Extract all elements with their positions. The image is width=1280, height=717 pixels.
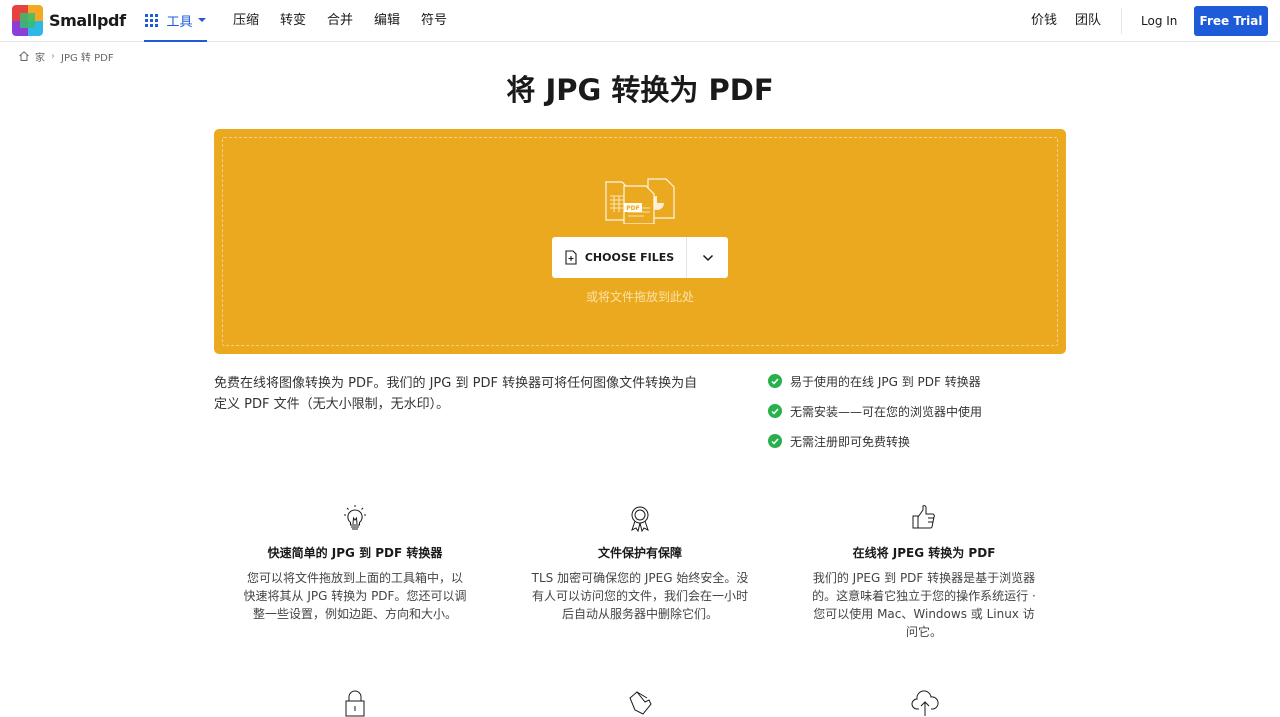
choose-files-button[interactable]: CHOOSE FILES [552, 237, 687, 278]
grid-icon [145, 14, 158, 27]
check-icon [768, 404, 782, 418]
breadcrumb-current: JPG 转 PDF [61, 49, 114, 64]
cloud-upload-icon [910, 688, 940, 717]
top-header: Smallpdf 工具 压缩 转变 合并 编辑 符号 价钱 团队 Log In … [0, 0, 1280, 42]
logo-text: Smallpdf [49, 11, 126, 30]
check-icon [768, 374, 782, 388]
thumbs-up-icon [909, 503, 939, 533]
chevron-down-icon [702, 254, 714, 262]
nav-sign[interactable]: 符号 [421, 0, 447, 42]
file-add-icon [564, 250, 578, 265]
tools-menu-button[interactable]: 工具 [144, 0, 207, 42]
card-title: 文件保护有保障 [510, 545, 770, 561]
smallpdf-logo-icon [12, 5, 43, 36]
hand-pointer-icon [625, 688, 655, 717]
caret-down-icon [198, 18, 206, 22]
page-description: 免费在线将图像转换为 PDF。我们的 JPG 到 PDF 转换器可将任何图像文件… [214, 373, 704, 415]
nav-merge[interactable]: 合并 [327, 0, 353, 42]
feature-item: 易于使用的在线 JPG 到 PDF 转换器 [768, 372, 982, 390]
pricing-link[interactable]: 价钱 [1031, 0, 1057, 42]
tools-label: 工具 [166, 11, 192, 30]
card-title: 在线将 JPEG 转换为 PDF [794, 545, 1054, 561]
card-title: 快速简单的 JPG 到 PDF 转换器 [225, 545, 485, 561]
card-text: 您可以将文件拖放到上面的工具箱中，以快速将其从 JPG 转换为 PDF。您还可以… [225, 569, 485, 623]
feature-card: 在线将 JPEG 转换为 PDF 我们的 JPEG 到 PDF 转换器是基于浏览… [794, 503, 1054, 641]
choose-files-dropdown[interactable] [687, 237, 728, 278]
feature-text: 易于使用的在线 JPG 到 PDF 转换器 [790, 373, 981, 390]
check-icon [768, 434, 782, 448]
team-link[interactable]: 团队 [1075, 0, 1101, 42]
card-text: TLS 加密可确保您的 JPEG 始终安全。没有人可以访问您的文件，我们会在一小… [510, 569, 770, 623]
files-illustration-icon: PDF [604, 178, 678, 224]
breadcrumb: 家 › JPG 转 PDF [18, 49, 114, 63]
nav-convert[interactable]: 转变 [280, 0, 306, 42]
header-divider [1121, 8, 1122, 34]
award-ribbon-icon [625, 503, 655, 533]
logo[interactable]: Smallpdf [12, 5, 126, 36]
nav-compress[interactable]: 压缩 [233, 0, 259, 42]
feature-text: 无需安装——可在您的浏览器中使用 [790, 403, 982, 420]
feature-list: 易于使用的在线 JPG 到 PDF 转换器 无需安装——可在您的浏览器中使用 无… [768, 372, 982, 462]
nav-edit[interactable]: 编辑 [374, 0, 400, 42]
choose-files-group: CHOOSE FILES [552, 237, 728, 278]
illustration-pdf-label: PDF [626, 205, 639, 212]
free-trial-button[interactable]: Free Trial [1194, 6, 1268, 36]
feature-item: 无需注册即可免费转换 [768, 432, 982, 450]
page-title: 将 JPG 转换为 PDF [0, 72, 1280, 108]
feature-card: 文件保护有保障 TLS 加密可确保您的 JPEG 始终安全。没有人可以访问您的文… [510, 503, 770, 623]
login-link[interactable]: Log In [1141, 0, 1177, 42]
lightbulb-icon [340, 503, 370, 533]
home-icon[interactable] [18, 50, 30, 62]
card-text: 我们的 JPEG 到 PDF 转换器是基于浏览器的。这意味着它独立于您的操作系统… [794, 569, 1054, 641]
drop-hint: 或将文件拖放到此处 [0, 288, 1280, 305]
breadcrumb-separator: › [51, 51, 55, 62]
breadcrumb-home[interactable]: 家 [35, 49, 45, 64]
feature-item: 无需安装——可在您的浏览器中使用 [768, 402, 982, 420]
feature-text: 无需注册即可免费转换 [790, 433, 910, 450]
feature-card: 快速简单的 JPG 到 PDF 转换器 您可以将文件拖放到上面的工具箱中，以快速… [225, 503, 485, 623]
lock-icon [340, 688, 370, 717]
choose-files-label: CHOOSE FILES [585, 251, 674, 264]
